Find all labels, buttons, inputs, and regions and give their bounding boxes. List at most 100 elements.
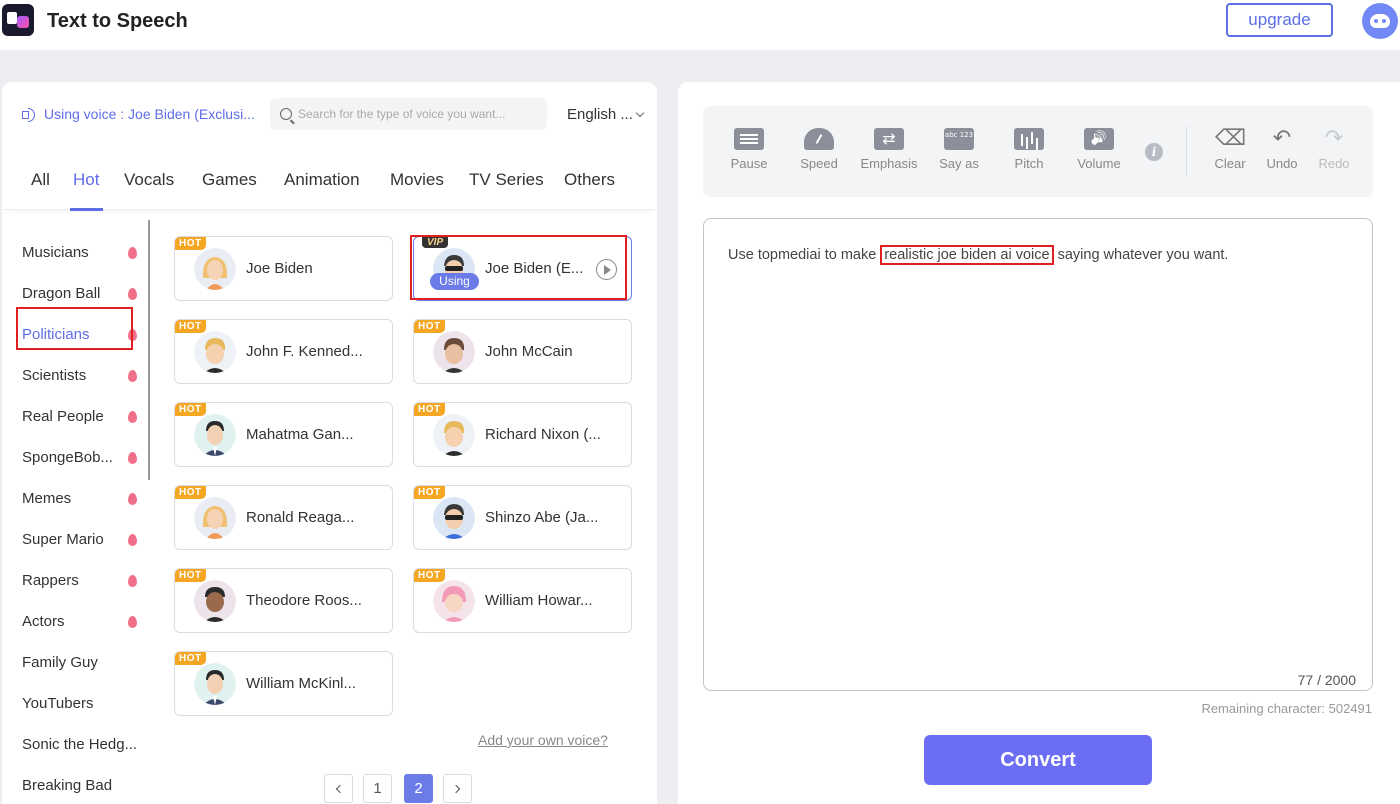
toolbar-divider — [1186, 126, 1187, 176]
emphasis-icon — [874, 128, 904, 150]
pitch-button[interactable]: Pitch — [999, 128, 1059, 171]
sidebar-item-label: Family Guy — [22, 654, 98, 671]
page-1-button[interactable]: 1 — [363, 774, 392, 803]
avatar — [194, 580, 236, 622]
undo-button[interactable]: ↶ Undo — [1252, 126, 1312, 172]
sidebar-item-label: Breaking Bad — [22, 777, 113, 794]
eraser-icon: ⌫ — [1215, 126, 1247, 151]
hot-badge: HOT — [175, 569, 206, 582]
sidebar-item-real-people[interactable]: Real People — [22, 408, 137, 425]
sidebar-item-sonic[interactable]: Sonic the Hedg... — [22, 736, 137, 753]
chevron-right-icon — [451, 784, 461, 793]
undo-icon: ↶ — [1272, 126, 1292, 151]
tab-hot[interactable]: Hot — [73, 170, 99, 190]
sidebar-item-scientists[interactable]: Scientists — [22, 367, 137, 384]
voice-card-theodore-roosevelt[interactable]: HOT Theodore Roos... — [174, 568, 393, 633]
voice-search[interactable] — [270, 98, 547, 130]
info-icon[interactable]: i — [1145, 143, 1163, 161]
voice-name: Joe Biden — [246, 260, 313, 277]
voice-card-william-mckinley[interactable]: HOT William McKinl... — [174, 651, 393, 716]
flame-icon — [128, 492, 137, 505]
hot-badge: HOT — [175, 652, 206, 665]
say-as-button[interactable]: Say as — [929, 128, 989, 171]
speed-button[interactable]: Speed — [789, 128, 849, 171]
sidebar-item-dragon-ball[interactable]: Dragon Ball — [22, 285, 137, 302]
sidebar-item-breaking-bad[interactable]: Breaking Bad — [22, 777, 137, 794]
pause-button[interactable]: Pause — [719, 128, 779, 171]
voice-card-mahatma-gandhi[interactable]: HOT Mahatma Gan... — [174, 402, 393, 467]
avatar — [194, 497, 236, 539]
avatar — [433, 414, 475, 456]
voice-card-john-mccain[interactable]: HOT John McCain — [413, 319, 632, 384]
language-select[interactable]: English ... — [567, 106, 645, 123]
sidebar-item-memes[interactable]: Memes — [22, 490, 137, 507]
page-2-button[interactable]: 2 — [404, 774, 433, 803]
hot-badge: HOT — [175, 320, 206, 333]
volume-button[interactable]: Volume — [1069, 128, 1129, 171]
hot-badge: HOT — [175, 237, 206, 250]
flame-icon — [128, 451, 137, 464]
sidebar-item-label: Memes — [22, 490, 72, 507]
tab-all[interactable]: All — [31, 170, 50, 190]
voice-card-john-f-kennedy[interactable]: HOT John F. Kenned... — [174, 319, 393, 384]
voice-card-richard-nixon[interactable]: HOT Richard Nixon (... — [413, 402, 632, 467]
next-page-button[interactable] — [443, 774, 472, 803]
tab-vocals[interactable]: Vocals — [124, 170, 174, 190]
prev-page-button[interactable] — [324, 774, 353, 803]
convert-button[interactable]: Convert — [924, 735, 1152, 785]
sidebar-item-rappers[interactable]: Rappers — [22, 572, 137, 589]
current-voice-indicator[interactable]: Using voice : Joe Biden (Exclusi... — [22, 106, 255, 122]
voice-card-ronald-reagan[interactable]: HOT Ronald Reaga... — [174, 485, 393, 550]
emphasis-button[interactable]: Emphasis — [859, 128, 919, 171]
editor-content[interactable]: Use topmediai to make realistic joe bide… — [728, 245, 1228, 265]
voice-name: John F. Kenned... — [246, 343, 363, 360]
flame-icon — [128, 574, 137, 587]
voice-name: William McKinl... — [246, 675, 357, 692]
text-editor[interactable]: Use topmediai to make realistic joe bide… — [703, 218, 1373, 691]
sidebar-item-family-guy[interactable]: Family Guy — [22, 654, 137, 671]
tab-animation[interactable]: Animation — [284, 170, 360, 190]
voice-name: Shinzo Abe (Ja... — [485, 509, 599, 526]
sidebar-item-label: Sonic the Hedg... — [22, 736, 138, 753]
avatar — [194, 663, 236, 705]
sidebar-item-spongebob[interactable]: SpongeBob... — [22, 449, 137, 466]
sidebar-item-musicians[interactable]: Musicians — [22, 244, 137, 261]
upgrade-button[interactable]: upgrade — [1226, 3, 1333, 37]
hot-badge: HOT — [175, 403, 206, 416]
sidebar-scrollbar[interactable] — [148, 220, 150, 480]
redo-button[interactable]: ↷ Redo — [1304, 128, 1364, 172]
sidebar-item-label: Rappers — [22, 572, 79, 589]
avatar — [433, 331, 475, 373]
sidebar-item-super-mario[interactable]: Super Mario — [22, 531, 137, 548]
voice-card-shinzo-abe[interactable]: HOT Shinzo Abe (Ja... — [413, 485, 632, 550]
discord-icon[interactable] — [1362, 3, 1398, 39]
tab-tv-series[interactable]: TV Series — [469, 170, 544, 190]
voice-card-joe-biden[interactable]: HOT Joe Biden — [174, 236, 393, 301]
voice-card-william-howard[interactable]: HOT William Howar... — [413, 568, 632, 633]
character-count: 77 / 2000 — [1297, 672, 1356, 688]
politicians-highlight-box — [16, 307, 133, 350]
chevron-left-icon — [335, 784, 345, 793]
sidebar-item-youtubers[interactable]: YouTubers — [22, 695, 137, 712]
hot-badge: HOT — [414, 320, 445, 333]
tab-others[interactable]: Others — [564, 170, 615, 190]
sidebar-item-label: Dragon Ball — [22, 285, 101, 302]
avatar — [194, 331, 236, 373]
sidebar-item-actors[interactable]: Actors — [22, 613, 137, 630]
avatar — [194, 414, 236, 456]
voice-name: Ronald Reaga... — [246, 509, 355, 526]
sidebar-item-label: Actors — [22, 613, 65, 630]
add-own-voice-link[interactable]: Add your own voice? — [478, 732, 608, 748]
sidebar-item-label: Musicians — [22, 244, 89, 261]
clear-button[interactable]: ⌫ Clear — [1200, 126, 1260, 172]
flame-icon — [128, 615, 137, 628]
pitch-icon — [1014, 128, 1044, 150]
language-value: English ... — [567, 106, 633, 123]
flame-icon — [128, 410, 137, 423]
search-icon — [280, 108, 292, 120]
voice-search-input[interactable] — [298, 107, 538, 121]
tab-movies[interactable]: Movies — [390, 170, 444, 190]
sidebar-item-label: Scientists — [22, 367, 87, 384]
app-logo-icon — [2, 4, 34, 36]
tab-games[interactable]: Games — [202, 170, 257, 190]
